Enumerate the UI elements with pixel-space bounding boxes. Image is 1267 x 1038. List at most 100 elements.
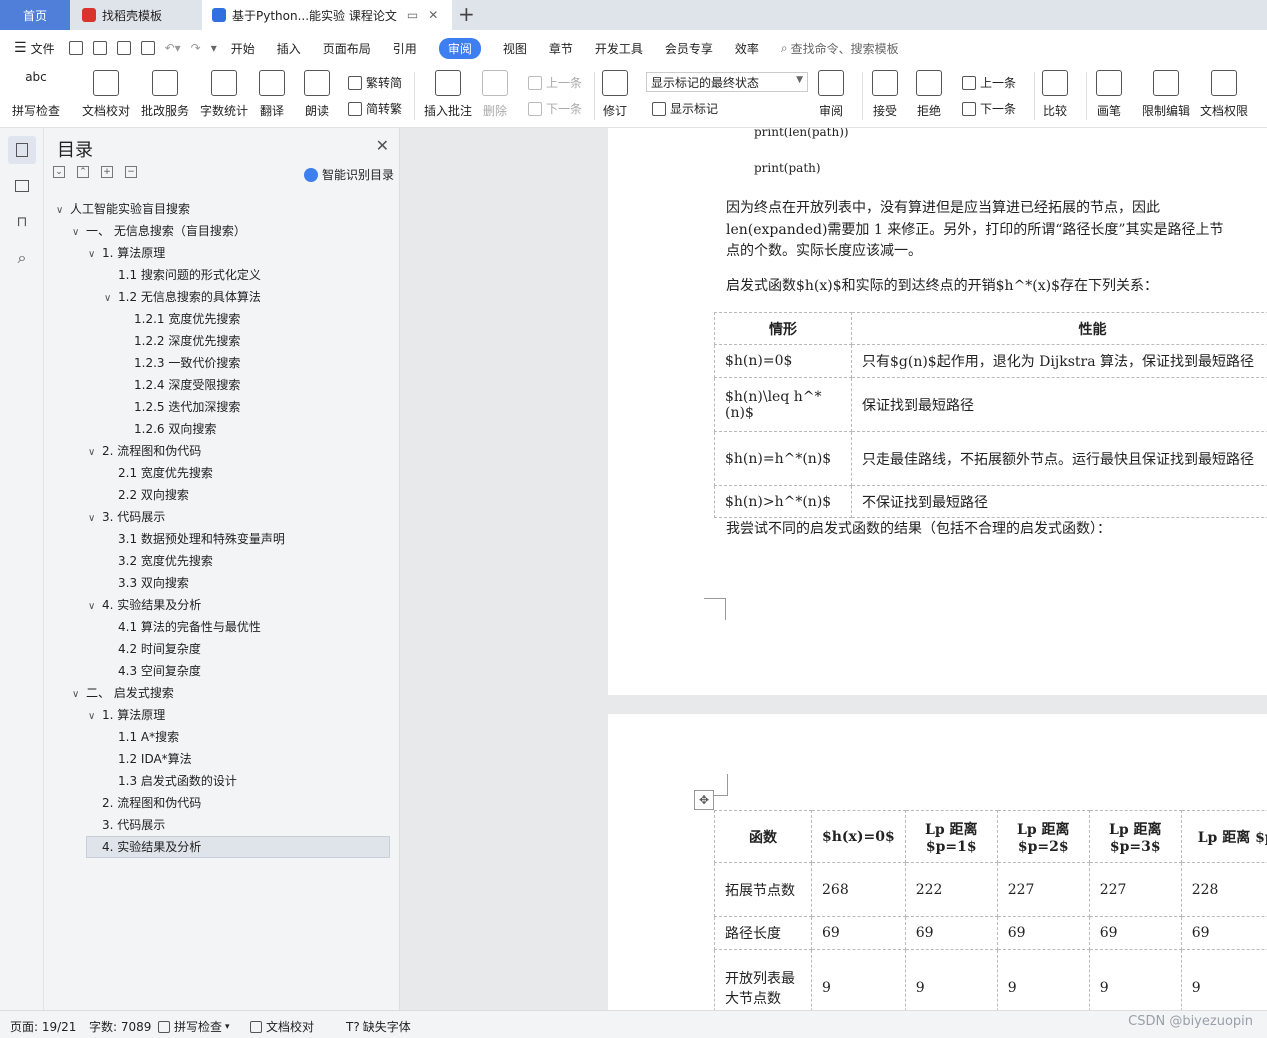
- command-search[interactable]: ⌕ 查找命令、搜索模板: [781, 40, 899, 57]
- chevron-down-icon[interactable]: ∨: [88, 508, 102, 530]
- spell-check-status[interactable]: 拼写检查 ▾: [158, 1018, 230, 1035]
- menu-reference[interactable]: 引用: [393, 40, 417, 57]
- toc-item[interactable]: ∨ 人工智能实验盲目搜索: [56, 198, 190, 220]
- menu-page-layout[interactable]: 页面布局: [323, 40, 371, 57]
- remove-heading-icon[interactable]: −: [125, 166, 137, 178]
- show-markup-button[interactable]: 显示标记: [652, 100, 718, 117]
- toc-item[interactable]: 2.1 宽度优先搜索: [118, 462, 213, 484]
- accept-button[interactable]: 接受: [872, 70, 898, 119]
- word-count-button[interactable]: 字数统计: [200, 70, 248, 119]
- menu-developer[interactable]: 开发工具: [595, 40, 643, 57]
- toc-item[interactable]: ∨ 1. 算法原理: [88, 242, 165, 264]
- toc-item[interactable]: 1.1 搜索问题的形式化定义: [118, 264, 261, 286]
- word-count-indicator[interactable]: 字数: 7089: [89, 1018, 151, 1035]
- missing-font-status[interactable]: T? 缺失字体: [346, 1018, 411, 1035]
- toc-item[interactable]: 3. 代码展示: [102, 814, 165, 836]
- trad-to-simp-button[interactable]: 繁转简: [348, 74, 402, 91]
- toc-item[interactable]: 1.1 A*搜索: [118, 726, 179, 748]
- toc-item[interactable]: 3.1 数据预处理和特殊变量声明: [118, 528, 285, 550]
- file-menu[interactable]: 文件: [31, 40, 55, 57]
- reject-button[interactable]: 拒绝: [916, 70, 942, 119]
- customize-quickbar-icon[interactable]: ▾: [211, 41, 217, 55]
- add-heading-icon[interactable]: +: [101, 166, 113, 178]
- read-aloud-button[interactable]: 朗读: [304, 70, 330, 119]
- toc-item[interactable]: 1.2.4 深度受限搜索: [134, 374, 240, 396]
- bookmark-button[interactable]: ⊓: [8, 208, 36, 236]
- toc-pane-button[interactable]: [8, 136, 36, 164]
- chevron-down-icon[interactable]: ∨: [104, 288, 118, 310]
- next-change-button[interactable]: 下一条: [962, 100, 1016, 117]
- restrict-edit-button[interactable]: 限制编辑: [1142, 70, 1190, 119]
- toc-item[interactable]: 1.2.2 深度优先搜索: [134, 330, 240, 352]
- undo-icon[interactable]: ↶▾: [165, 41, 181, 55]
- menu-member[interactable]: 会员专享: [665, 40, 713, 57]
- redo-icon[interactable]: ↷: [191, 41, 201, 55]
- toc-item[interactable]: 4. 实验结果及分析: [102, 836, 201, 858]
- toc-item[interactable]: 1.2.5 迭代加深搜索: [134, 396, 240, 418]
- chevron-down-icon[interactable]: ∨: [88, 596, 102, 618]
- proofread-status[interactable]: 文档校对: [250, 1018, 314, 1035]
- toc-item[interactable]: ∨ 3. 代码展示: [88, 506, 165, 528]
- prev-change-button[interactable]: 上一条: [962, 74, 1016, 91]
- close-tab-icon[interactable]: ✕: [428, 8, 438, 22]
- toc-item[interactable]: 4.3 空间复杂度: [118, 660, 201, 682]
- delete-comment-button[interactable]: 删除: [482, 70, 508, 119]
- menu-review[interactable]: 审阅: [438, 37, 481, 59]
- toc-item[interactable]: 1.2.1 宽度优先搜索: [134, 308, 240, 330]
- print-icon[interactable]: [116, 41, 131, 55]
- toc-item[interactable]: ∨ 4. 实验结果及分析: [88, 594, 201, 616]
- collapse-all-icon[interactable]: ⌄: [53, 166, 65, 178]
- insert-comment-button[interactable]: 插入批注: [424, 70, 472, 119]
- compare-button[interactable]: 比较: [1042, 70, 1068, 119]
- toc-item[interactable]: 2.2 双向搜索: [118, 484, 189, 506]
- next-comment-button[interactable]: 下一条: [528, 100, 582, 117]
- simp-to-trad-button[interactable]: 简转繁: [348, 100, 402, 117]
- toc-item[interactable]: 1.2.3 一致代价搜索: [134, 352, 240, 374]
- review-pane-button[interactable]: 审阅: [818, 70, 844, 119]
- chevron-down-icon[interactable]: ∨: [56, 200, 70, 222]
- menu-chapter[interactable]: 章节: [549, 40, 573, 57]
- toc-item[interactable]: ∨ 2. 流程图和伪代码: [88, 440, 201, 462]
- menu-view[interactable]: 视图: [503, 40, 527, 57]
- batch-service-button[interactable]: 批改服务: [141, 70, 189, 119]
- smart-toc-button[interactable]: 智能识别目录: [303, 166, 394, 183]
- menu-efficiency[interactable]: 效率: [735, 40, 759, 57]
- toc-item[interactable]: ∨ 二、 启发式搜索: [72, 682, 174, 704]
- toc-item[interactable]: 2. 流程图和伪代码: [102, 792, 201, 814]
- chevron-down-icon[interactable]: ∨: [88, 442, 102, 464]
- toc-item[interactable]: ∨ 1.2 无信息搜索的具体算法: [104, 286, 261, 308]
- tab-home[interactable]: 首页: [0, 0, 70, 30]
- expand-all-icon[interactable]: ⌃: [77, 166, 89, 178]
- export-pdf-icon[interactable]: [92, 41, 107, 55]
- hamburger-icon[interactable]: ☰: [14, 40, 27, 56]
- new-tab-button[interactable]: +: [458, 4, 475, 24]
- document-page[interactable]: ✥ 函数 $h(x)=0$ Lp 距离 $p=1$ Lp 距离 $p=2$ Lp…: [608, 714, 1267, 1010]
- float-window-icon[interactable]: ▭: [407, 8, 418, 22]
- toc-item[interactable]: 1.2 IDA*算法: [118, 748, 192, 770]
- table-move-handle-icon[interactable]: ✥: [694, 790, 714, 810]
- toc-item[interactable]: 1.2.6 双向搜索: [134, 418, 216, 440]
- ink-button[interactable]: 画笔: [1096, 70, 1122, 119]
- doc-permission-button[interactable]: 文档权限: [1200, 70, 1248, 119]
- toc-item[interactable]: 4.1 算法的完备性与最优性: [118, 616, 261, 638]
- translate-button[interactable]: 翻译: [259, 70, 285, 119]
- document-page[interactable]: print(len(path)) print(path) 因为终点在开放列表中，…: [608, 128, 1267, 695]
- menu-start[interactable]: 开始: [231, 40, 255, 57]
- revise-button[interactable]: 修订: [602, 70, 628, 119]
- toc-item[interactable]: 4.2 时间复杂度: [118, 638, 201, 660]
- chapter-nav-button[interactable]: [8, 172, 36, 200]
- chevron-down-icon[interactable]: ∨: [72, 222, 86, 244]
- find-button[interactable]: ⌕: [8, 244, 36, 272]
- toc-item[interactable]: 1.3 启发式函数的设计: [118, 770, 237, 792]
- toc-item[interactable]: 3.2 宽度优先搜索: [118, 550, 213, 572]
- tab-document[interactable]: 基于Python...能实验 课程论文 ▭ ✕: [202, 0, 452, 30]
- page-indicator[interactable]: 页面: 19/21: [10, 1018, 76, 1035]
- toc-item[interactable]: ∨ 一、 无信息搜索（盲目搜索）: [72, 220, 246, 242]
- chevron-down-icon[interactable]: ∨: [88, 244, 102, 266]
- markup-state-select[interactable]: 显示标记的最终状态 ▼: [646, 72, 808, 92]
- doc-proofread-button[interactable]: 文档校对: [82, 70, 130, 119]
- close-icon[interactable]: ✕: [376, 136, 389, 155]
- save-icon[interactable]: [68, 41, 83, 55]
- menu-insert[interactable]: 插入: [277, 40, 301, 57]
- toc-item[interactable]: ∨ 1. 算法原理: [88, 704, 165, 726]
